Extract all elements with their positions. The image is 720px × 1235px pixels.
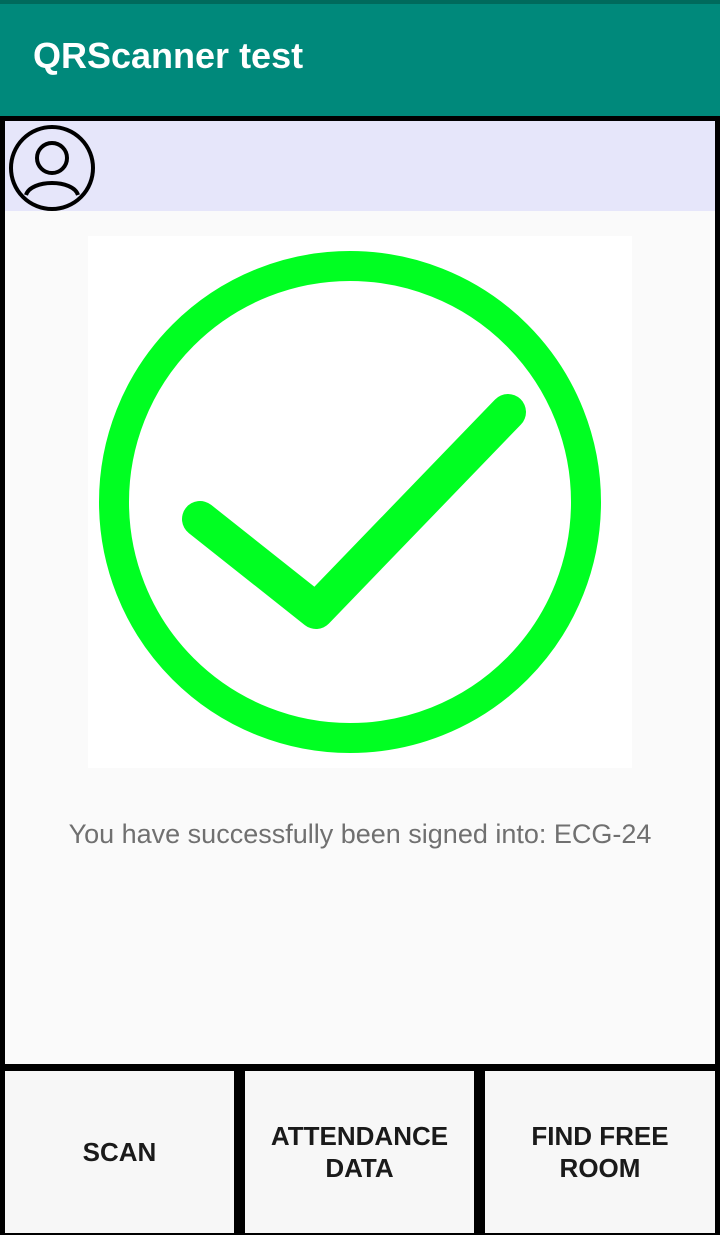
bottom-navigation: SCAN ATTENDANCE DATA FIND FREE ROOM [0, 1066, 720, 1235]
find-free-room-button[interactable]: FIND FREE ROOM [485, 1071, 715, 1233]
app-title: QRScanner test [33, 35, 304, 76]
check-circle-icon [99, 251, 601, 753]
attendance-data-button[interactable]: ATTENDANCE DATA [245, 1071, 474, 1233]
scan-button[interactable]: SCAN [5, 1071, 234, 1233]
profile-bar [0, 116, 720, 216]
app-bar: QRScanner test [0, 4, 720, 116]
app-screen: QRScanner test You have successfully bee… [0, 0, 720, 1235]
sign-in-status-message: You have successfully been signed into: … [68, 819, 652, 849]
main-content: You have successfully been signed into: … [0, 211, 720, 1069]
user-avatar-icon[interactable] [7, 123, 97, 213]
success-image [88, 236, 632, 768]
